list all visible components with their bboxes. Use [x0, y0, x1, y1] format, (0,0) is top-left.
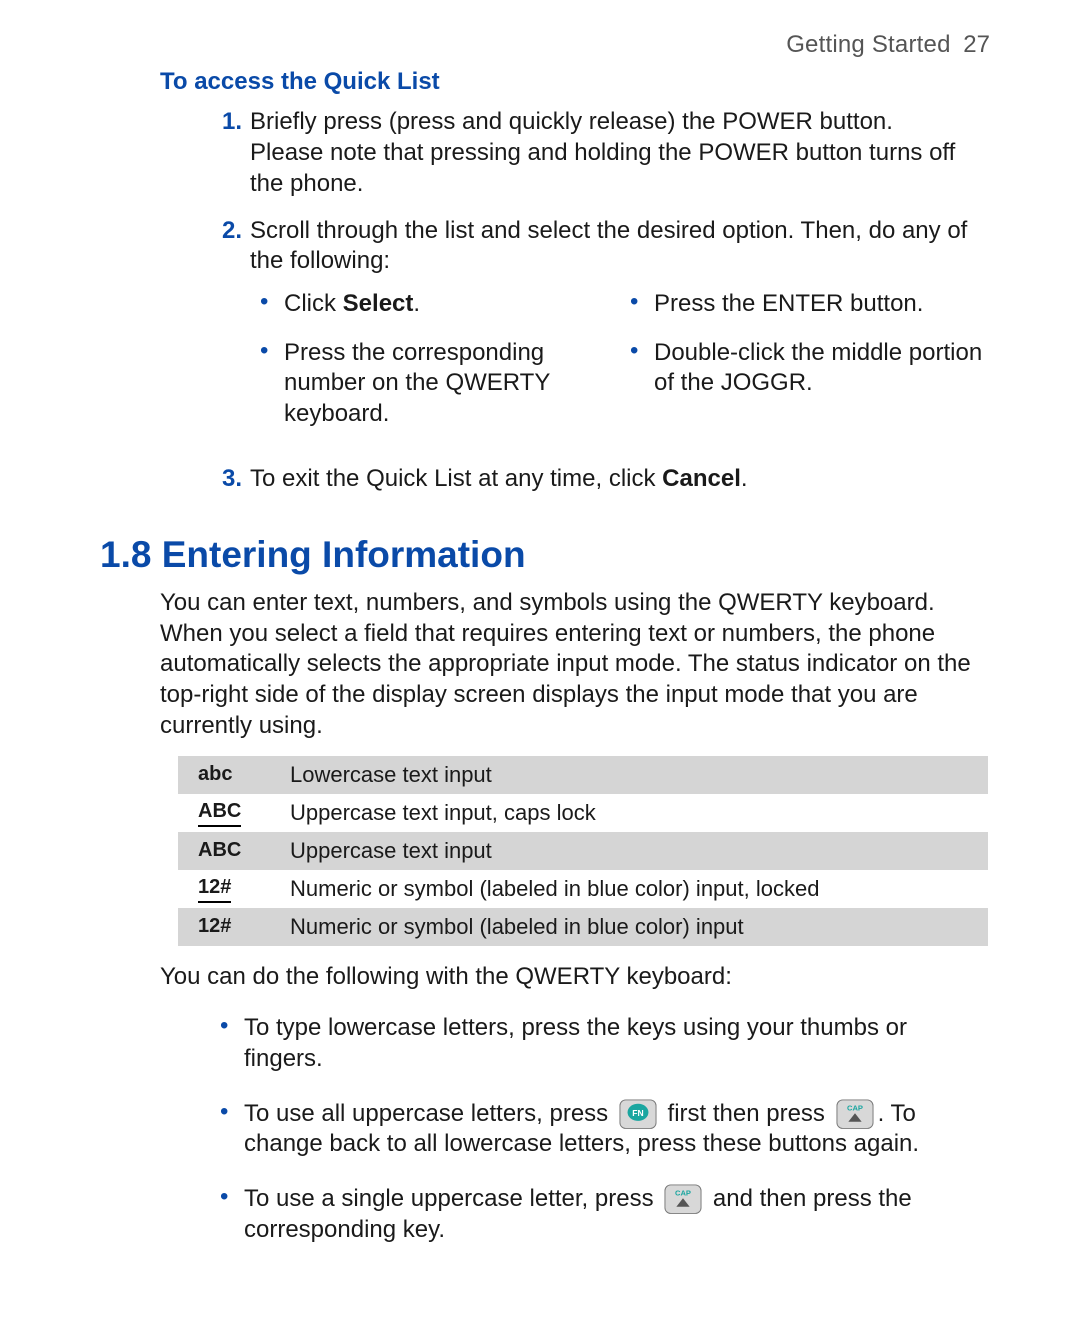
kb-item-lowercase: To type lowercase letters, press the key…	[220, 1007, 990, 1092]
step-text: Briefly press (press and quickly release…	[250, 108, 893, 135]
fn-key-icon: FN	[619, 1099, 657, 1129]
table-row: 12# Numeric or symbol (labeled in blue c…	[178, 870, 988, 908]
mode-description: Uppercase text input, caps lock	[280, 794, 988, 832]
mode-description: Uppercase text input	[280, 832, 988, 870]
text: first then press	[661, 1100, 832, 1127]
step-text: .	[741, 465, 748, 492]
table-row: abc Lowercase text input	[178, 756, 988, 794]
text-bold: Cancel	[662, 465, 741, 492]
mode-indicator-abc-caps-lock: ABC	[178, 794, 280, 832]
mode-indicator-numeric-locked: 12#	[178, 870, 280, 908]
mode-indicator-numeric: 12#	[178, 908, 280, 946]
step-text: Scroll through the list and select the d…	[250, 217, 967, 275]
step-3: 3. To exit the Quick List at any time, c…	[220, 460, 990, 507]
option-press-enter: Press the ENTER button.	[630, 285, 990, 334]
input-mode-table: abc Lowercase text input ABC Uppercase t…	[178, 756, 988, 947]
step-number: 1.	[210, 107, 242, 138]
svg-text:FN: FN	[632, 1108, 643, 1118]
mode-description: Numeric or symbol (labeled in blue color…	[280, 908, 988, 946]
mode-indicator-abc-lower: abc	[178, 756, 280, 794]
cap-key-icon: CAP	[664, 1184, 702, 1214]
table-row: ABC Uppercase text input	[178, 832, 988, 870]
option-click-select: Click Select.	[260, 285, 620, 334]
svg-text:CAP: CAP	[675, 1188, 691, 1197]
keyboard-instructions: To type lowercase letters, press the key…	[220, 1007, 990, 1263]
kb-item-uppercase-single: To use a single uppercase letter, press …	[220, 1178, 990, 1263]
cap-key-icon: CAP	[836, 1099, 874, 1129]
text: To use all uppercase letters, press	[244, 1100, 615, 1127]
quick-list-steps: 1. Briefly press (press and quickly rele…	[220, 103, 990, 506]
mode-description: Lowercase text input	[280, 756, 988, 794]
text: Click	[284, 290, 343, 317]
running-header: Getting Started 27	[100, 30, 990, 61]
step-number: 2.	[210, 216, 242, 247]
step-2-options: Click Select. Press the corresponding nu…	[250, 285, 990, 444]
subheading-quick-list: To access the Quick List	[160, 67, 990, 98]
options-col-right: Press the ENTER button. Double-click the…	[620, 285, 990, 444]
step-text: To exit the Quick List at any time, clic…	[250, 465, 662, 492]
options-col-left: Click Select. Press the corresponding nu…	[250, 285, 620, 444]
text: .	[413, 290, 420, 317]
text-bold: Select	[343, 290, 414, 317]
keyboard-intro: You can do the following with the QWERTY…	[160, 962, 990, 993]
step-text: Please note that pressing and holding th…	[250, 139, 955, 197]
step-number: 3.	[210, 464, 242, 495]
section-title: Entering Information	[162, 534, 526, 575]
section-intro: You can enter text, numbers, and symbols…	[160, 588, 990, 742]
section-number: 1.8	[100, 534, 151, 575]
chapter-name: Getting Started	[786, 31, 950, 58]
text: To use a single uppercase letter, press	[244, 1185, 660, 1212]
step-2: 2. Scroll through the list and select th…	[220, 212, 990, 460]
svg-text:CAP: CAP	[847, 1103, 863, 1112]
table-row: 12# Numeric or symbol (labeled in blue c…	[178, 908, 988, 946]
kb-item-uppercase-all: To use all uppercase letters, press FN f…	[220, 1093, 990, 1178]
mode-description: Numeric or symbol (labeled in blue color…	[280, 870, 988, 908]
table-row: ABC Uppercase text input, caps lock	[178, 794, 988, 832]
page-number: 27	[963, 31, 990, 58]
option-press-number: Press the corresponding number on the QW…	[260, 334, 620, 444]
option-double-click-joggr: Double-click the middle portion of the J…	[630, 334, 990, 413]
step-1: 1. Briefly press (press and quickly rele…	[220, 103, 990, 211]
section-heading: 1.8 Entering Information	[100, 531, 990, 578]
document-page: Getting Started 27 To access the Quick L…	[0, 0, 1080, 1323]
mode-indicator-abc-upper: ABC	[178, 832, 280, 870]
